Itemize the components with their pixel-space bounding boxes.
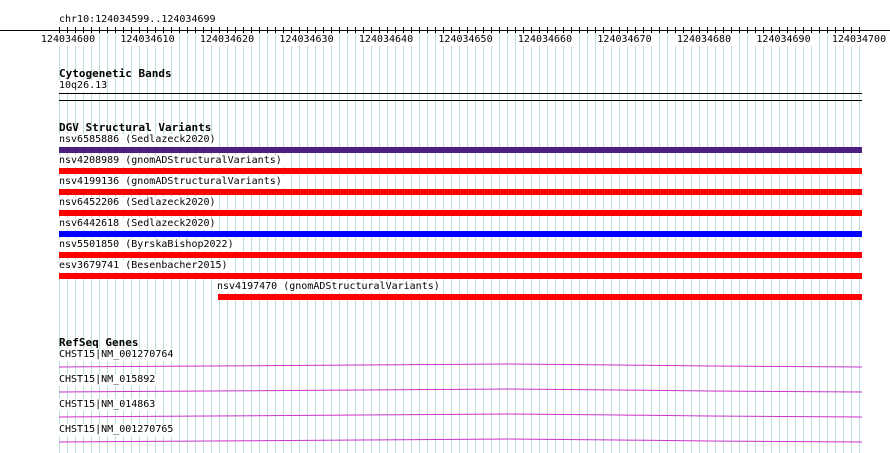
dgv-variant-bar[interactable] <box>59 147 862 153</box>
track-divider <box>59 100 862 101</box>
refseq-gene-intron[interactable] <box>59 437 862 445</box>
dgv-variant-label: nsv6585886 (Sedlazeck2020) <box>59 134 218 146</box>
ruler-tick-label: 124034670 <box>595 34 654 46</box>
refseq-gene-label: CHST15|NM_001270764 <box>59 349 176 361</box>
ruler-tick-label: 124034630 <box>277 34 336 46</box>
refseq-track-title: RefSeq Genes <box>59 336 139 349</box>
ruler-tick-label: 124034650 <box>436 34 495 46</box>
dgv-variant-label: nsv6452206 (Sedlazeck2020) <box>59 197 218 209</box>
dgv-track-title: DGV Structural Variants <box>59 121 212 134</box>
ruler-tick-label: 124034600 <box>39 34 97 46</box>
cytoband-label[interactable]: 10q26.13 <box>59 80 108 92</box>
dgv-variant-bar[interactable] <box>59 231 862 237</box>
ruler-tick-label: 124034610 <box>118 34 177 46</box>
dgv-variant-label: nsv4197470 (gnomADStructuralVariants) <box>217 281 442 293</box>
dgv-variant-label: nsv5501850 (ByrskaBishop2022) <box>59 239 236 251</box>
refseq-gene-intron[interactable] <box>59 387 862 395</box>
ruler-tick-label: 124034620 <box>198 34 256 46</box>
ruler-tick-label: 124034640 <box>357 34 415 46</box>
region-label: chr10:124034599..124034699 <box>59 14 216 26</box>
ruler-tick-label: 124034680 <box>675 34 733 46</box>
dgv-variant-bar[interactable] <box>59 210 862 216</box>
ruler-tick-label: 124034660 <box>516 34 574 46</box>
refseq-gene-label: CHST15|NM_015892 <box>59 374 158 386</box>
dgv-variant-label: nsv6442618 (Sedlazeck2020) <box>59 218 218 230</box>
dgv-variant-bar[interactable] <box>59 168 862 174</box>
refseq-gene-intron[interactable] <box>59 412 862 420</box>
dgv-variant-bar[interactable] <box>218 294 862 300</box>
refseq-gene-label: CHST15|NM_001270765 <box>59 424 176 436</box>
cytoband-line <box>59 93 862 94</box>
ruler-tick-label: 124034700 <box>830 34 888 46</box>
refseq-gene-intron[interactable] <box>59 362 862 370</box>
dgv-variant-bar[interactable] <box>59 252 862 258</box>
refseq-gene-label: CHST15|NM_014863 <box>59 399 158 411</box>
dgv-variant-label: nsv4208989 (gnomADStructuralVariants) <box>59 155 284 167</box>
dgv-variant-bar[interactable] <box>59 189 862 195</box>
dgv-variant-label: esv3679741 (Besenbacher2015) <box>59 260 230 272</box>
cytoband-track-title: Cytogenetic Bands <box>59 67 172 80</box>
dgv-variant-bar[interactable] <box>59 273 862 279</box>
dgv-variant-label: nsv4199136 (gnomADStructuralVariants) <box>59 176 284 188</box>
ruler-tick-label: 124034690 <box>754 34 813 46</box>
